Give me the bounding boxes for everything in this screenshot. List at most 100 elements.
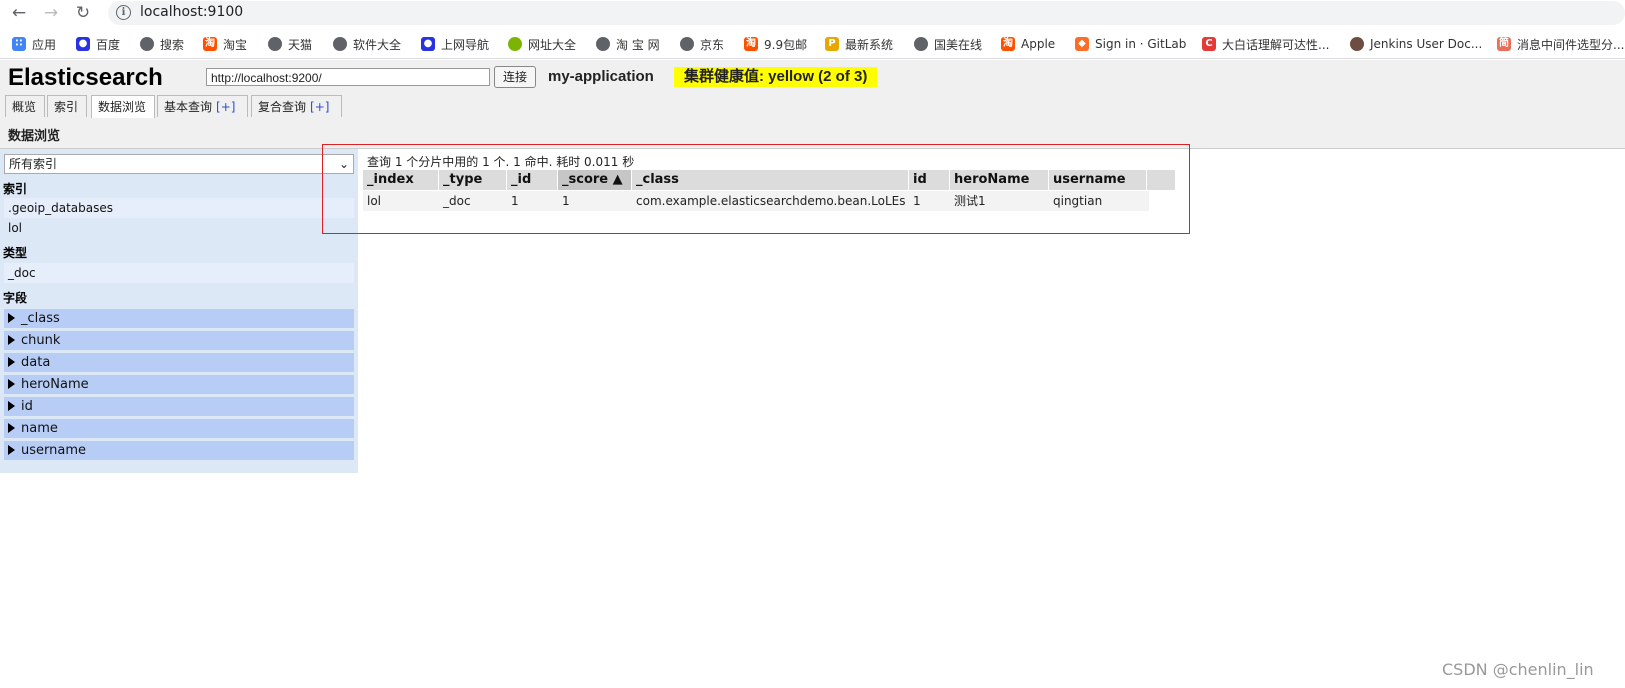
bookmark-label: 上网导航	[441, 37, 490, 52]
bookmark-jianshu[interactable]: 简消息中间件选型分...	[1497, 35, 1624, 53]
expand-triangle-icon	[8, 335, 15, 345]
tab-indices[interactable]: 索引	[47, 95, 87, 117]
address-bar[interactable]	[108, 1, 1625, 25]
360-icon	[508, 37, 522, 51]
table-cell: lol	[367, 194, 382, 208]
field-item[interactable]: data	[4, 353, 354, 373]
tab-label: 数据浏览	[98, 100, 147, 114]
jianshu-icon: 简	[1497, 37, 1511, 51]
bookmark-label: 淘 宝 网	[616, 37, 660, 52]
apps-grid-icon: ∷	[12, 37, 26, 51]
tab-label: 索引	[54, 100, 79, 114]
bookmark-label: 9.9包邮	[764, 37, 808, 52]
field-label: username	[21, 443, 86, 458]
column-header[interactable]: _type	[439, 170, 507, 190]
query-summary: 查询 1 个分片中用的 1 个. 1 命中. 耗时 0.011 秒	[367, 155, 635, 169]
bookmark-label: Jenkins User Doc...	[1370, 37, 1483, 51]
bookmark-jenkins[interactable]: Jenkins User Doc...	[1350, 35, 1482, 53]
field-label: id	[21, 399, 33, 414]
taobao-icon: 淘	[744, 37, 758, 51]
field-item[interactable]: name	[4, 419, 354, 439]
bookmark-gome[interactable]: 国美在线	[914, 35, 982, 53]
column-header[interactable]: _id	[507, 170, 558, 190]
tab-label: 概览	[12, 100, 37, 114]
tab-overview[interactable]: 概览	[5, 95, 45, 117]
column-header[interactable]: heroName	[950, 170, 1049, 190]
bookmark-software[interactable]: 软件大全	[333, 35, 401, 53]
bookmark-apple[interactable]: 淘 Apple	[1001, 35, 1055, 53]
globe-icon	[333, 37, 347, 51]
bookmark-baidu[interactable]: ● 百度	[76, 35, 120, 53]
index-item[interactable]: lol	[4, 218, 354, 238]
reload-icon[interactable]: ↻	[72, 2, 94, 24]
field-item[interactable]: _class	[4, 309, 354, 329]
watermark: CSDN @chenlin_lin	[1442, 660, 1594, 679]
expand-triangle-icon	[8, 357, 15, 367]
globe-icon	[140, 37, 154, 51]
bookmark-taobao-net[interactable]: 淘 宝 网	[596, 35, 660, 53]
index-select[interactable]: 所有索引 ⌄	[4, 154, 354, 174]
index-item[interactable]: .geoip_databases	[4, 198, 354, 218]
field-label: name	[21, 421, 58, 436]
table-cell: 1	[562, 194, 570, 208]
tab-browser[interactable]: 数据浏览	[91, 95, 155, 118]
gitlab-icon: ◆	[1075, 37, 1089, 51]
bookmark-newsys[interactable]: P 最新系统	[825, 35, 893, 53]
bookmark-9-9[interactable]: 淘 9.9包邮	[744, 35, 807, 53]
expand-triangle-icon	[8, 379, 15, 389]
index-select-value: 所有索引	[9, 157, 58, 171]
bookmark-label: 消息中间件选型分...	[1517, 37, 1625, 52]
address-url[interactable]: localhost:9100	[140, 4, 243, 20]
bookmark-label: 淘宝	[223, 37, 248, 52]
bookmark-gitlab[interactable]: ◆ Sign in · GitLab	[1075, 35, 1186, 53]
field-item[interactable]: id	[4, 397, 354, 417]
baidu-paw-icon: ●	[421, 37, 435, 51]
field-label: _class	[21, 311, 60, 326]
column-header[interactable]: _index	[363, 170, 439, 190]
bookmark-csdn[interactable]: C 大白话理解可达性...	[1202, 35, 1329, 53]
tab-label: 基本查询	[164, 100, 213, 114]
bookmark-label: Sign in · GitLab	[1095, 37, 1187, 51]
field-label: heroName	[21, 377, 89, 392]
column-header-sorted[interactable]: _score ▲	[558, 170, 632, 190]
field-item[interactable]: chunk	[4, 331, 354, 351]
bookmark-apps[interactable]: ∷ 应用	[12, 35, 56, 53]
bookmark-search[interactable]: 搜索	[140, 35, 184, 53]
tab-plus[interactable]: [+]	[310, 100, 329, 114]
back-arrow-icon[interactable]: ←	[8, 2, 30, 24]
server-url-input[interactable]: http://localhost:9200/	[206, 68, 490, 86]
tab-basic-query[interactable]: 基本查询 [+]	[157, 95, 248, 117]
cluster-health-badge: 集群健康值: yellow (2 of 3)	[674, 67, 878, 87]
bookmark-label: 搜索	[160, 37, 185, 52]
fields-label: 字段	[3, 291, 28, 305]
field-label: chunk	[21, 333, 61, 348]
bookmark-label: 应用	[32, 37, 57, 52]
type-item[interactable]: _doc	[4, 263, 354, 283]
column-header[interactable]: username	[1049, 170, 1147, 190]
globe-icon	[596, 37, 610, 51]
bookmark-label: Apple	[1021, 37, 1056, 51]
tab-compound-query[interactable]: 复合查询 [+]	[251, 95, 342, 117]
forward-arrow-icon[interactable]: →	[40, 2, 62, 24]
table-cell: com.example.elasticsearchdemo.bean.LoLEs	[636, 194, 906, 208]
field-label: data	[21, 355, 51, 370]
column-header[interactable]: id	[909, 170, 950, 190]
globe-icon	[914, 37, 928, 51]
bookmark-label: 网址大全	[528, 37, 577, 52]
table-cell: _doc	[443, 194, 471, 208]
column-header[interactable]: _class	[632, 170, 909, 190]
pma-icon: P	[825, 37, 839, 51]
bookmark-360[interactable]: 网址大全	[508, 35, 576, 53]
tab-plus[interactable]: [+]	[216, 100, 235, 114]
bookmark-label: 百度	[96, 37, 121, 52]
bookmark-jd[interactable]: 京东	[680, 35, 724, 53]
taobao-icon: 淘	[1001, 37, 1015, 51]
connect-button[interactable]: 连接	[494, 66, 536, 88]
bookmark-taobao[interactable]: 淘淘宝	[203, 35, 247, 53]
field-item[interactable]: username	[4, 441, 354, 461]
bookmark-tmall[interactable]: 天猫	[268, 35, 312, 53]
bookmark-label: 最新系统	[845, 37, 894, 52]
bookmark-nav[interactable]: ● 上网导航	[421, 35, 489, 53]
field-item[interactable]: heroName	[4, 375, 354, 395]
site-info-icon[interactable]: i	[116, 5, 131, 20]
